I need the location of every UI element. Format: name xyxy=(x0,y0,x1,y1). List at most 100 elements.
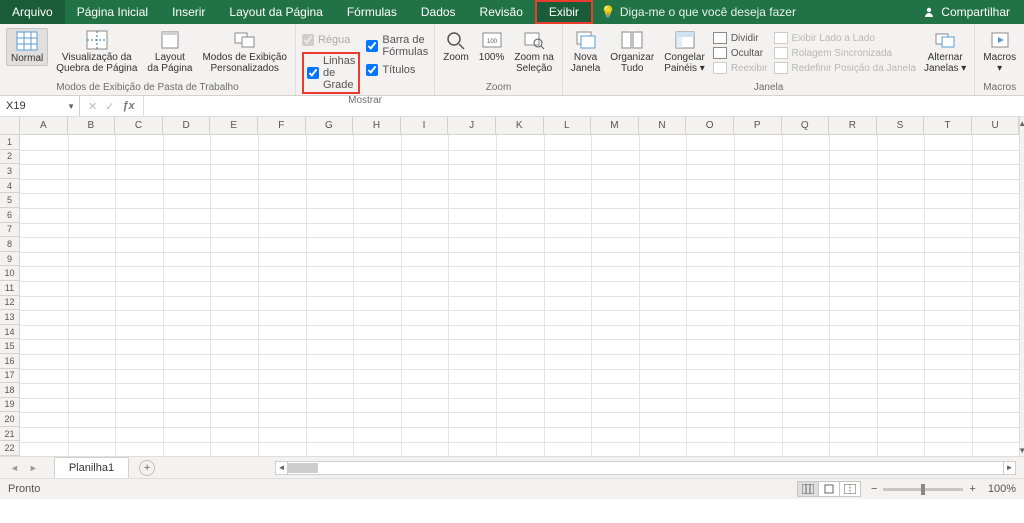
gridlines-checkbox[interactable]: Linhas de Grade xyxy=(302,52,360,94)
row-header[interactable]: 17 xyxy=(0,369,20,384)
scroll-right-icon[interactable]: ► xyxy=(1003,462,1015,474)
row-header[interactable]: 14 xyxy=(0,325,20,340)
row-header[interactable]: 5 xyxy=(0,193,20,208)
column-header[interactable]: L xyxy=(544,117,592,135)
row-header[interactable]: 15 xyxy=(0,339,20,354)
row-headers[interactable]: 12345678910111213141516171819202122 xyxy=(0,135,20,456)
ribbon: Normal Visualização da Quebra de Página … xyxy=(0,24,1024,96)
row-header[interactable]: 20 xyxy=(0,412,20,427)
column-header[interactable]: N xyxy=(639,117,687,135)
row-header[interactable]: 2 xyxy=(0,150,20,165)
zoom-slider[interactable]: − + 100% xyxy=(871,483,1016,495)
sheet-nav[interactable]: ◄► xyxy=(0,463,48,473)
row-header[interactable]: 10 xyxy=(0,266,20,281)
tab-página-inicial[interactable]: Página Inicial xyxy=(65,0,160,24)
column-header[interactable]: M xyxy=(591,117,639,135)
name-box[interactable]: X19 ▼ xyxy=(0,96,80,116)
column-header[interactable]: I xyxy=(401,117,449,135)
row-header[interactable]: 12 xyxy=(0,296,20,311)
sync-scroll-button: Rolagem Sincronizada xyxy=(774,47,917,59)
formula-bar-checkbox[interactable]: Barra de Fórmulas xyxy=(366,34,428,58)
zoom-selection-button[interactable]: Zoom na Seleção xyxy=(512,28,555,74)
macros-icon xyxy=(989,30,1011,50)
view-page-break-button[interactable]: Visualização da Quebra de Página xyxy=(54,28,139,74)
column-headers[interactable]: ABCDEFGHIJKLMNOPQRSTU xyxy=(0,117,1019,135)
column-header[interactable]: D xyxy=(163,117,211,135)
column-header[interactable]: J xyxy=(448,117,496,135)
scroll-thumb[interactable] xyxy=(288,463,318,473)
column-header[interactable]: B xyxy=(68,117,116,135)
column-header[interactable]: K xyxy=(496,117,544,135)
row-header[interactable]: 19 xyxy=(0,398,20,413)
column-header[interactable]: A xyxy=(20,117,68,135)
add-sheet-button[interactable]: + xyxy=(139,460,155,476)
column-header[interactable]: S xyxy=(877,117,925,135)
row-header[interactable]: 9 xyxy=(0,252,20,267)
scroll-down-icon[interactable]: ▼ xyxy=(1020,444,1024,456)
tab-layout-da-página[interactable]: Layout da Página xyxy=(217,0,334,24)
column-header[interactable]: C xyxy=(115,117,163,135)
macros-button[interactable]: Macros ▾ xyxy=(981,28,1018,74)
normal-view-button[interactable] xyxy=(797,481,819,497)
row-header[interactable]: 11 xyxy=(0,281,20,296)
grid-icon xyxy=(16,31,38,51)
row-header[interactable]: 4 xyxy=(0,179,20,194)
column-header[interactable]: F xyxy=(258,117,306,135)
scroll-left-icon[interactable]: ◄ xyxy=(276,462,288,474)
view-page-layout-button[interactable]: Layout da Página xyxy=(145,28,194,74)
row-header[interactable]: 18 xyxy=(0,383,20,398)
headings-checkbox[interactable]: Títulos xyxy=(366,64,428,76)
tab-revisão[interactable]: Revisão xyxy=(468,0,535,24)
horizontal-scrollbar[interactable]: ◄ ► xyxy=(275,461,1016,475)
row-header[interactable]: 13 xyxy=(0,310,20,325)
row-header[interactable]: 6 xyxy=(0,208,20,223)
column-header[interactable]: G xyxy=(306,117,354,135)
page-break-view-button[interactable] xyxy=(839,481,861,497)
zoom-100-button[interactable]: 100 100% xyxy=(477,28,507,63)
new-window-button[interactable]: Nova Janela xyxy=(569,28,602,74)
view-mode-buttons xyxy=(798,481,861,497)
row-header[interactable]: 1 xyxy=(0,135,20,150)
tab-inserir[interactable]: Inserir xyxy=(160,0,217,24)
vertical-scrollbar[interactable]: ▲ ▼ xyxy=(1019,117,1024,456)
split-button[interactable]: Dividir xyxy=(713,32,768,44)
formula-bar[interactable] xyxy=(143,96,1024,116)
row-header[interactable]: 16 xyxy=(0,354,20,369)
hide-button[interactable]: Ocultar xyxy=(713,47,768,59)
freeze-panes-button[interactable]: Congelar Painéis ▾ xyxy=(662,28,707,74)
column-header[interactable]: R xyxy=(829,117,877,135)
row-header[interactable]: 3 xyxy=(0,164,20,179)
tab-arquivo[interactable]: Arquivo xyxy=(0,0,65,24)
select-all-corner[interactable] xyxy=(0,117,20,135)
row-header[interactable]: 8 xyxy=(0,237,20,252)
magnifier-icon xyxy=(445,30,467,50)
view-normal-button[interactable]: Normal xyxy=(6,28,48,66)
sheet-tab[interactable]: Planilha1 xyxy=(54,457,129,478)
column-header[interactable]: T xyxy=(924,117,972,135)
arrange-all-button[interactable]: Organizar Tudo xyxy=(608,28,656,74)
tab-dados[interactable]: Dados xyxy=(409,0,468,24)
column-header[interactable]: P xyxy=(734,117,782,135)
row-header[interactable]: 7 xyxy=(0,223,20,238)
share-button[interactable]: Compartilhar xyxy=(909,0,1024,24)
switch-windows-button[interactable]: Alternar Janelas ▾ xyxy=(922,28,968,74)
row-header[interactable]: 22 xyxy=(0,441,20,456)
row-header[interactable]: 21 xyxy=(0,427,20,442)
zoom-button[interactable]: Zoom xyxy=(441,28,471,63)
scroll-up-icon[interactable]: ▲ xyxy=(1020,117,1024,129)
column-header[interactable]: E xyxy=(210,117,258,135)
column-header[interactable]: Q xyxy=(782,117,830,135)
column-header[interactable]: U xyxy=(972,117,1020,135)
page-break-icon xyxy=(844,484,856,494)
insert-function-button[interactable]: ƒx xyxy=(122,100,134,112)
cells[interactable] xyxy=(20,135,1019,456)
column-header[interactable]: O xyxy=(686,117,734,135)
view-custom-views-button[interactable]: Modos de Exibição Personalizados xyxy=(200,28,289,74)
zoom-out-button[interactable]: − xyxy=(871,483,877,495)
tab-exibir[interactable]: Exibir xyxy=(535,0,593,24)
column-header[interactable]: H xyxy=(353,117,401,135)
tab-fórmulas[interactable]: Fórmulas xyxy=(335,0,409,24)
zoom-in-button[interactable]: + xyxy=(969,483,975,495)
page-layout-view-button[interactable] xyxy=(818,481,840,497)
tell-me[interactable]: 💡 Diga-me o que você deseja fazer xyxy=(593,0,804,24)
